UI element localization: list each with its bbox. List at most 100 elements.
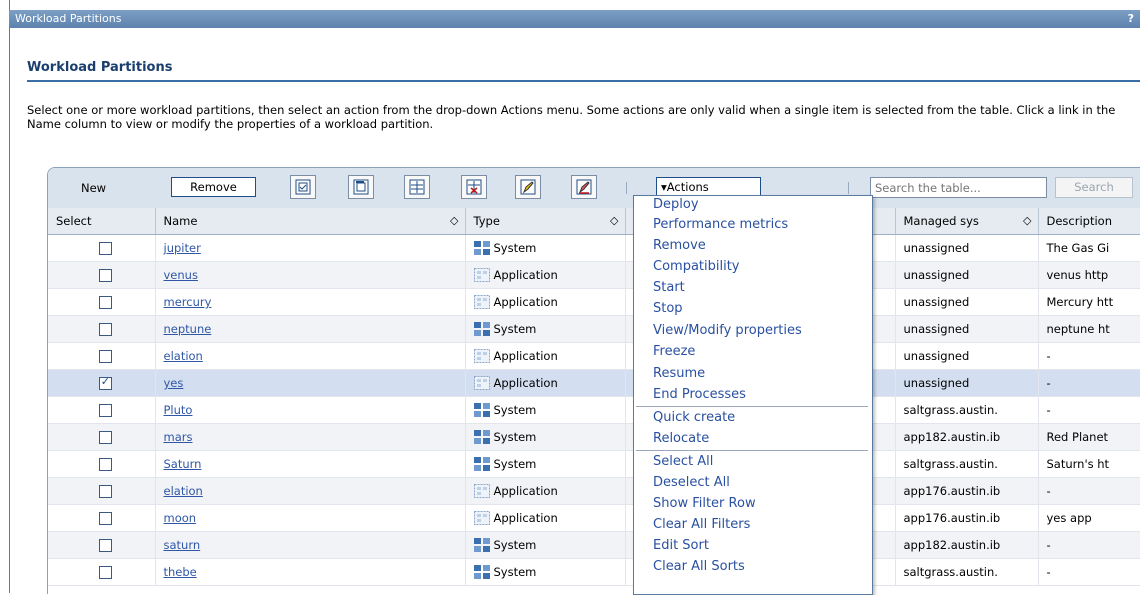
row-checkbox[interactable]	[98, 566, 112, 579]
menu-item-view-modify-properties[interactable]: View/Modify properties	[653, 323, 802, 338]
table-row[interactable]: jupiter System unassigned The Gas Gi	[48, 234, 1140, 262]
column-header-managed-sys[interactable]: Managed sys ◇	[895, 208, 1039, 235]
select-cell	[48, 396, 156, 424]
new-button[interactable]: New	[81, 181, 106, 195]
column-header-description[interactable]: Description	[1038, 208, 1140, 235]
menu-item-clear-all-sorts[interactable]: Clear All Sorts	[653, 559, 745, 574]
row-checkbox[interactable]	[98, 512, 112, 525]
help-icon[interactable]: ?	[1128, 10, 1134, 28]
table-row[interactable]: saturn System app182.austin.ib -	[48, 531, 1140, 559]
row-checkbox[interactable]	[98, 323, 112, 336]
type-label: Application	[493, 483, 558, 498]
clear-filters-button[interactable]	[461, 175, 487, 199]
table-row[interactable]: mars System app182.austin.ib Red Planet	[48, 423, 1140, 451]
description-cell: Mercury htt	[1038, 288, 1140, 316]
type-cell: Application	[465, 261, 626, 289]
heading-divider	[27, 80, 1140, 82]
managed-sys-cell: unassigned	[895, 288, 1039, 316]
type-cell: System	[465, 234, 626, 262]
row-checkbox[interactable]	[98, 375, 112, 390]
menu-item-start[interactable]: Start	[653, 280, 685, 295]
menu-item-remove[interactable]: Remove	[653, 238, 706, 253]
row-checkbox[interactable]	[98, 242, 112, 255]
name-link[interactable]: jupiter	[164, 241, 201, 255]
name-link[interactable]: elation	[164, 349, 203, 363]
row-checkbox[interactable]	[98, 350, 112, 363]
row-checkbox[interactable]	[98, 485, 112, 498]
select-cell	[48, 558, 156, 586]
row-checkbox[interactable]	[98, 431, 112, 444]
type-cell: Application	[465, 288, 626, 316]
name-link[interactable]: mercury	[164, 295, 212, 309]
name-link[interactable]: neptune	[164, 322, 212, 336]
row-checkbox[interactable]	[98, 269, 112, 282]
menu-item-clear-all-filters[interactable]: Clear All Filters	[653, 517, 750, 532]
sort-icon[interactable]: ◇	[610, 214, 618, 227]
clear-sorts-button[interactable]	[571, 175, 597, 199]
menu-item-freeze[interactable]: Freeze	[653, 344, 695, 359]
name-link[interactable]: mars	[164, 430, 193, 444]
name-link[interactable]: elation	[164, 484, 203, 498]
application-wpar-icon	[473, 376, 490, 391]
table-row[interactable]: elation Application unassigned -	[48, 342, 1140, 370]
name-link[interactable]: thebe	[164, 565, 197, 579]
table-row[interactable]: mercury Application unassigned Mercury htt	[48, 288, 1140, 316]
select-cell	[48, 234, 156, 262]
menu-item-show-filter-row[interactable]: Show Filter Row	[653, 496, 756, 511]
select-all-button[interactable]	[290, 175, 316, 199]
column-header-label: Name	[163, 214, 198, 228]
table-row[interactable]: thebe System saltgrass.austin. -	[48, 558, 1140, 586]
menu-item-compatibility[interactable]: Compatibility	[653, 259, 740, 274]
row-checkbox[interactable]	[98, 458, 112, 471]
menu-item-end-processes[interactable]: End Processes	[653, 387, 746, 402]
table-row[interactable]: yes Application unassigned-	[48, 369, 1140, 397]
show-filter-row-button[interactable]	[404, 175, 430, 199]
remove-button[interactable]: Remove	[171, 177, 256, 197]
name-link[interactable]: venus	[164, 268, 198, 282]
table-row[interactable]: venus Application unassigned venus http	[48, 261, 1140, 289]
menu-item-performance-metrics[interactable]: Performance metrics	[653, 217, 788, 232]
name-cell: mercury	[155, 288, 466, 316]
menu-item-edit-sort[interactable]: Edit Sort	[653, 538, 709, 553]
column-header-type[interactable]: Type ◇	[465, 208, 626, 235]
name-link[interactable]: Saturn	[164, 457, 202, 471]
menu-item-deselect-all[interactable]: Deselect All	[653, 475, 730, 490]
menu-item-relocate[interactable]: Relocate	[653, 431, 709, 446]
actions-menu: Deploy Performance metrics Remove Compatibi…	[633, 195, 873, 595]
application-wpar-icon	[473, 295, 490, 310]
row-checkbox[interactable]	[98, 539, 112, 552]
managed-sys-cell: app176.austin.ib	[895, 477, 1039, 505]
name-link[interactable]: yes	[164, 376, 184, 390]
name-cell: yes	[155, 369, 466, 397]
description-cell: Saturn's ht	[1038, 450, 1140, 478]
deselect-all-button[interactable]	[348, 175, 374, 199]
table-row[interactable]: Pluto System saltgrass.austin. -	[48, 396, 1140, 424]
table-row[interactable]: moon Application app176.austin.ib yes app	[48, 504, 1140, 532]
description-cell: -	[1038, 369, 1140, 397]
row-checkbox[interactable]	[98, 404, 112, 417]
row-checkbox[interactable]	[98, 296, 112, 309]
search-input[interactable]	[870, 177, 1047, 198]
table-row[interactable]: Saturn System saltgrass.austin. Saturn's ht	[48, 450, 1140, 478]
name-cell: venus	[155, 261, 466, 289]
table-row[interactable]: elation Application app176.austin.ib -	[48, 477, 1140, 505]
menu-item-stop[interactable]: Stop	[653, 301, 683, 316]
application-wpar-icon	[473, 484, 490, 499]
menu-item-quick-create[interactable]: Quick create	[653, 410, 735, 425]
edit-sort-button[interactable]	[515, 175, 541, 199]
sort-icon[interactable]: ◇	[450, 214, 458, 227]
name-link[interactable]: Pluto	[164, 403, 193, 417]
table-row[interactable]: neptune System unassigned neptune ht	[48, 315, 1140, 343]
managed-sys-cell: app182.austin.ib	[895, 423, 1039, 451]
sort-icon[interactable]: ◇	[1023, 214, 1031, 227]
menu-item-deploy[interactable]: Deploy	[653, 197, 699, 212]
type-cell: System	[465, 423, 626, 451]
menu-item-select-all[interactable]: Select All	[653, 454, 713, 469]
column-header-name[interactable]: Name ◇	[155, 208, 466, 235]
menu-item-resume[interactable]: Resume	[653, 366, 705, 381]
name-link[interactable]: saturn	[164, 538, 201, 552]
name-link[interactable]: moon	[164, 511, 197, 525]
description-cell: venus http	[1038, 261, 1140, 289]
actions-dropdown[interactable]: ▾Actions	[656, 177, 761, 197]
search-button[interactable]: Search	[1055, 177, 1133, 198]
